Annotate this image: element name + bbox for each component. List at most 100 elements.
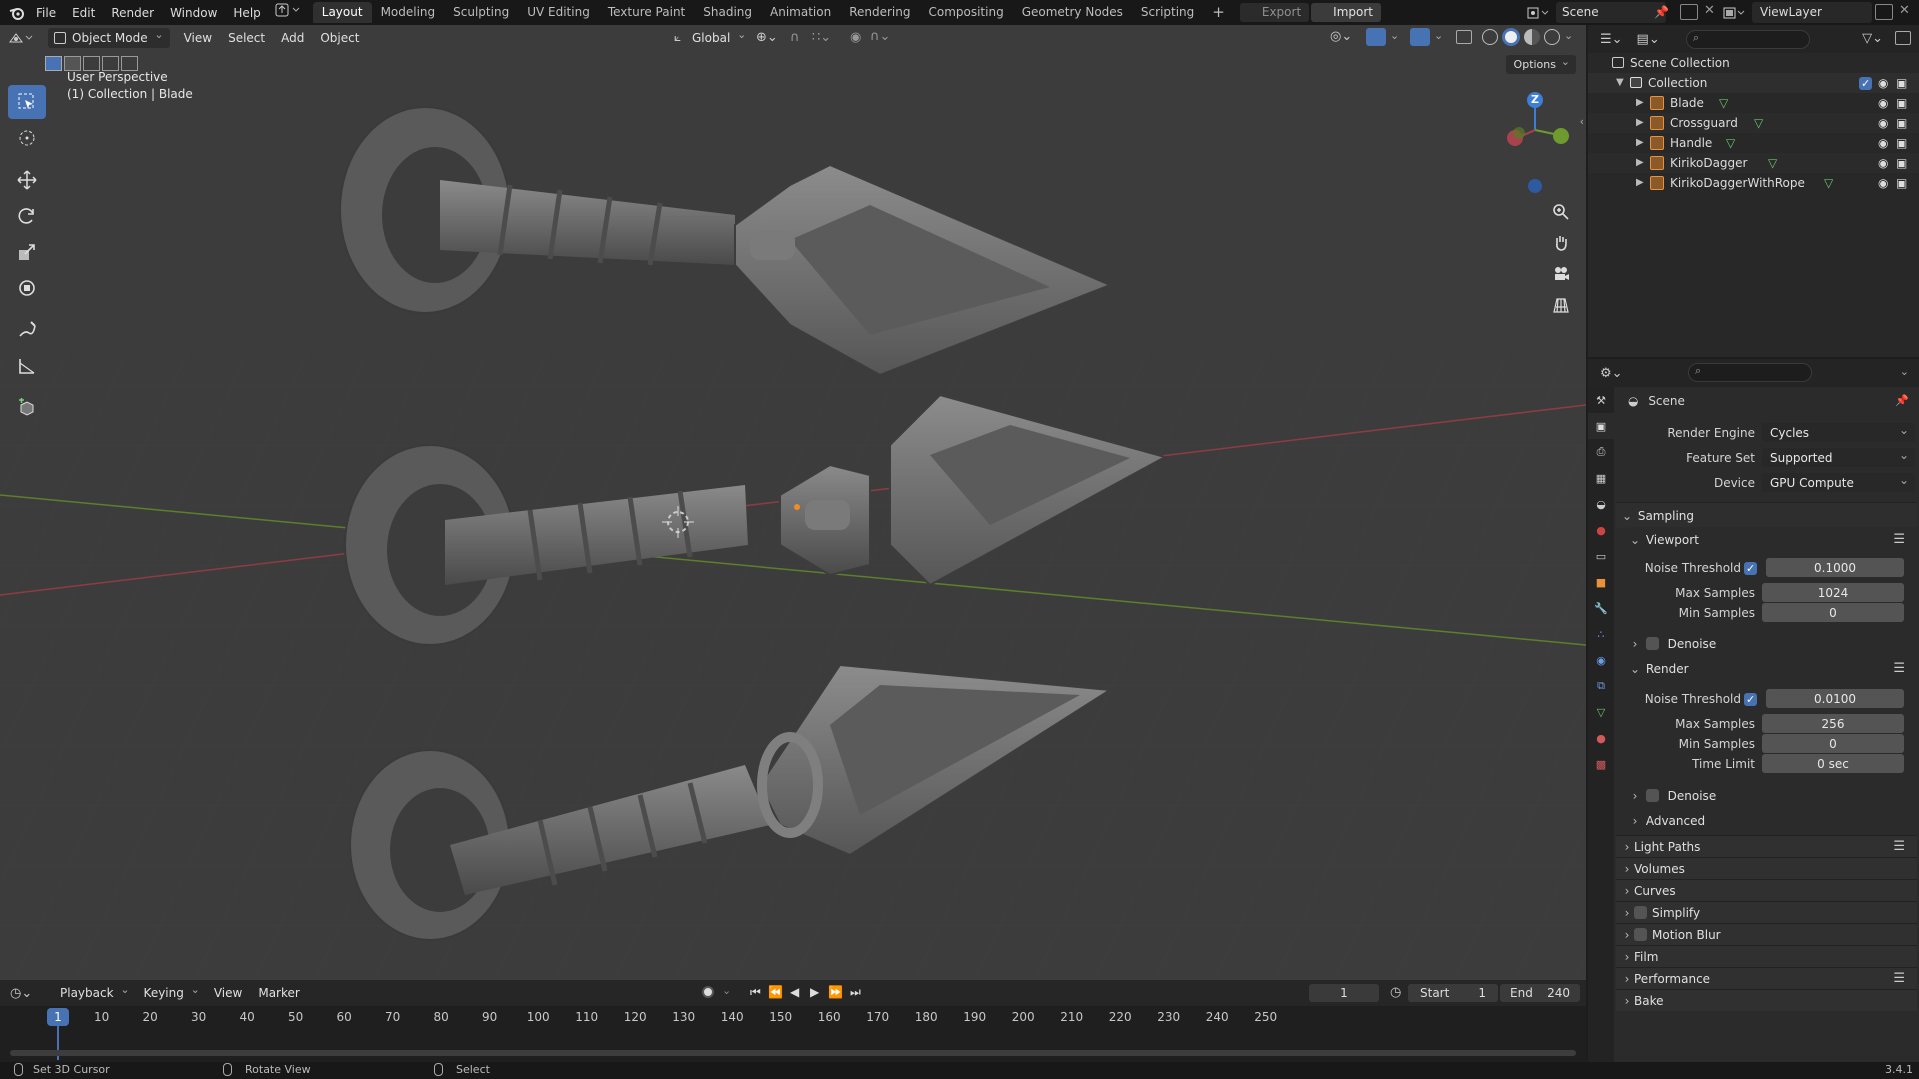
3d-viewport[interactable]: Z Object Mode View Select Add Object ⟀ G… [0, 25, 1586, 980]
gizmo-toggle-icon[interactable] [1366, 28, 1386, 46]
visibility-icon[interactable]: ◎⌄ [1330, 29, 1352, 44]
outliner-editor-type-icon[interactable]: ☰⌄ [1600, 32, 1623, 47]
menu-help[interactable]: Help [225, 3, 268, 23]
overlays-toggle-icon[interactable] [1410, 28, 1430, 46]
object-render-icon[interactable]: ▣ [1896, 173, 1907, 193]
start-frame-field[interactable]: Start 1 [1408, 984, 1498, 1002]
panel-motion-blur[interactable]: › Motion Blur [1616, 923, 1917, 945]
outliner-row-object[interactable]: ▶ Handle ▽ ◉ ▣ [1588, 133, 1919, 153]
jump-end-icon[interactable]: ⏭ [850, 985, 861, 1000]
object-expand-icon[interactable]: ▶ [1636, 173, 1644, 193]
play-icon[interactable]: ▶ [810, 985, 819, 999]
timeline-menu-view[interactable]: View [206, 986, 250, 1000]
next-keyframe-icon[interactable]: ⏩ [828, 985, 843, 999]
outliner-row-object[interactable]: ▶ KirikoDagger ▽ ◉ ▣ [1588, 153, 1919, 173]
object-expand-icon[interactable]: ▶ [1636, 113, 1644, 133]
view-layer-tab-icon[interactable]: ▦ [1588, 465, 1614, 491]
object-render-icon[interactable]: ▣ [1896, 93, 1907, 113]
annotate-tool-icon[interactable] [8, 313, 46, 347]
render-noise-threshold-field[interactable]: 0.0100 [1766, 689, 1904, 708]
panel-simplify[interactable]: › Simplify [1616, 901, 1917, 923]
object-visibility-icon[interactable]: ◉ [1878, 133, 1888, 153]
timeline-menu-marker[interactable]: Marker [250, 986, 307, 1000]
viewport-subpanel-header[interactable]: ⌄ Viewport ☰ [1628, 527, 1917, 553]
viewport-menu-object[interactable]: Object [312, 31, 367, 45]
object-render-icon[interactable]: ▣ [1896, 113, 1907, 133]
select-subtract-icon[interactable] [83, 56, 100, 71]
auto-keying-icon[interactable] [702, 986, 714, 998]
camera-view-icon[interactable] [1546, 259, 1576, 289]
rotate-tool-icon[interactable] [8, 199, 46, 233]
perspective-toggle-icon[interactable] [1546, 290, 1576, 320]
mesh-data-icon[interactable]: ▽ [1754, 113, 1763, 133]
add-workspace-icon[interactable]: + [1203, 2, 1234, 23]
properties-editor-type-icon[interactable]: ⚙⌄ [1600, 366, 1623, 381]
render-denoise-checkbox[interactable] [1645, 789, 1659, 802]
viewport-presets-icon[interactable]: ☰ [1893, 527, 1905, 553]
transform-orientation-dropdown[interactable]: ⟀ Global [670, 25, 752, 48]
tool-tab-icon[interactable]: ⚒ [1588, 387, 1614, 413]
scene-tab-icon[interactable]: ◒ [1588, 491, 1614, 517]
viewport-menu-view[interactable]: View [176, 31, 220, 45]
feature-set-dropdown[interactable]: Supported [1762, 445, 1915, 467]
outliner-filter-icon[interactable]: ▽⌄ [1862, 31, 1883, 46]
object-mode-dropdown[interactable]: Object Mode [48, 25, 170, 48]
panel-curves[interactable]: › Curves [1616, 879, 1917, 901]
app-template-icon[interactable] [269, 3, 307, 23]
snap-target-icon[interactable]: ∷⌄ [812, 30, 831, 45]
outliner-display-mode-icon[interactable]: ▤⌄ [1637, 32, 1660, 47]
snap-icon[interactable]: ∩ [790, 30, 800, 45]
viewport-noise-threshold-field[interactable]: 0.1000 [1766, 558, 1904, 577]
viewport-min-samples-field[interactable]: 0 [1762, 603, 1904, 622]
particles-tab-icon[interactable]: ∴ [1588, 621, 1614, 647]
tab-scripting[interactable]: Scripting [1132, 2, 1203, 23]
move-tool-icon[interactable] [8, 163, 46, 197]
object-visibility-icon[interactable]: ◉ [1878, 153, 1888, 173]
shading-rendered-icon[interactable] [1544, 29, 1560, 45]
shading-solid-icon[interactable] [1502, 28, 1520, 46]
object-visibility-icon[interactable]: ◉ [1878, 113, 1888, 133]
render-engine-dropdown[interactable]: Cycles [1762, 420, 1915, 442]
texture-tab-icon[interactable]: ▩ [1588, 751, 1614, 777]
panel-enable-checkbox[interactable] [1634, 928, 1647, 941]
sampling-panel-header[interactable]: ⌄ Sampling [1616, 502, 1917, 528]
object-expand-icon[interactable]: ▶ [1636, 93, 1644, 113]
view-layer-type-icon[interactable] [1722, 5, 1748, 21]
object-expand-icon[interactable]: ▶ [1636, 153, 1644, 173]
tab-layout[interactable]: Layout [312, 2, 372, 23]
panel-volumes[interactable]: › Volumes [1616, 857, 1917, 879]
time-limit-field[interactable]: 0 sec [1762, 754, 1904, 773]
blender-logo-icon[interactable] [6, 2, 28, 24]
end-frame-field[interactable]: End 240 [1500, 984, 1580, 1002]
scale-tool-icon[interactable] [8, 235, 46, 269]
menu-window[interactable]: Window [162, 3, 225, 23]
keying-dropdown[interactable]: Keying [136, 980, 206, 1003]
panel-light-paths[interactable]: › Light Paths ☰ [1616, 835, 1917, 857]
tab-texture-paint[interactable]: Texture Paint [599, 2, 694, 23]
xray-toggle-icon[interactable] [1456, 30, 1472, 44]
tab-animation[interactable]: Animation [761, 2, 840, 23]
tab-sculpting[interactable]: Sculpting [444, 2, 518, 23]
modifier-tab-icon[interactable]: 🔧 [1588, 595, 1614, 621]
collection-exclude-checkbox[interactable] [1859, 74, 1872, 94]
viewport-denoise-checkbox[interactable] [1645, 637, 1659, 650]
menu-file[interactable]: File [28, 3, 64, 23]
play-reverse-icon[interactable]: ◀ [790, 985, 799, 999]
world-tab-icon[interactable]: ● [1588, 517, 1614, 543]
jump-start-icon[interactable]: ⏮ [750, 985, 761, 1000]
viewport-menu-select[interactable]: Select [220, 31, 273, 45]
timeline-ruler[interactable]: 1102030405060708090100110120130140150160… [0, 1006, 1586, 1028]
tab-geometry-nodes[interactable]: Geometry Nodes [1013, 2, 1132, 23]
render-max-samples-field[interactable]: 256 [1762, 714, 1904, 733]
outliner-row-object[interactable]: ▶ KirikoDaggerWithRope ▽ ◉ ▣ [1588, 173, 1919, 193]
outliner-row-object[interactable]: ▶ Crossguard ▽ ◉ ▣ [1588, 113, 1919, 133]
scene-type-icon[interactable] [1526, 5, 1552, 21]
select-invert-icon[interactable] [102, 56, 119, 71]
select-new-icon[interactable] [45, 56, 62, 71]
prev-keyframe-icon[interactable]: ⏪ [768, 985, 783, 999]
shading-material-icon[interactable] [1524, 29, 1540, 45]
properties-search-input[interactable]: ⌕ [1688, 363, 1812, 382]
object-render-icon[interactable]: ▣ [1896, 133, 1907, 153]
scene-delete-icon[interactable]: ✕ [1704, 3, 1715, 18]
falloff-icon[interactable]: ∩⌄ [870, 29, 890, 44]
